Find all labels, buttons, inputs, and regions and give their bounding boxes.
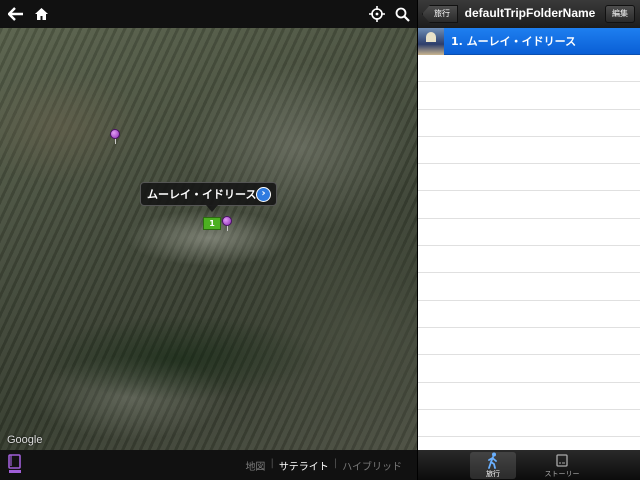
map-type-satellite[interactable]: サテライト: [274, 458, 334, 473]
place-thumbnail: [418, 28, 444, 55]
back-arrow-icon: [8, 7, 23, 21]
empty-row: [418, 164, 640, 192]
empty-row: [418, 137, 640, 165]
home-button[interactable]: [30, 3, 52, 25]
list-pane: 旅行 defaultTripFolderName 編集 1. ムーレイ・イドリー…: [418, 0, 640, 480]
home-icon: [34, 8, 48, 20]
tab-story[interactable]: ストーリー: [539, 452, 585, 479]
back-arrow-button[interactable]: [5, 3, 27, 25]
tab-label: ストーリー: [544, 470, 580, 478]
trip-back-button[interactable]: 旅行: [422, 5, 458, 23]
map-bottom-bar: 地図 | サテライト | ハイブリッド: [0, 450, 417, 480]
empty-row: [418, 410, 640, 438]
map-callout[interactable]: ムーレイ・イドリース ›: [140, 182, 277, 206]
list-title: defaultTripFolderName: [464, 6, 596, 20]
tab-label: 旅行: [486, 470, 500, 478]
map-type-selector: 地図 | サテライト | ハイブリッド: [240, 458, 407, 473]
purple-map-pin[interactable]: [110, 129, 120, 139]
list-item-label: 1. ムーレイ・イドリース: [451, 35, 577, 48]
empty-row: [418, 383, 640, 410]
empty-row: [418, 355, 640, 383]
map-type-map[interactable]: 地図: [240, 458, 270, 473]
walker-icon: [488, 452, 497, 469]
empty-row: [418, 110, 640, 137]
empty-row: [418, 191, 640, 219]
tab-bar: 旅行 ストーリー: [418, 450, 640, 480]
search-icon: [395, 7, 410, 22]
google-logo: Google: [7, 434, 43, 446]
chevron-right-icon[interactable]: ›: [256, 187, 271, 202]
book-button[interactable]: [8, 454, 22, 478]
list-item-selected[interactable]: 1. ムーレイ・イドリース: [418, 28, 640, 55]
map-toolbar: [0, 0, 417, 28]
crosshair-icon: [369, 6, 385, 22]
map-type-hybrid[interactable]: ハイブリッド: [337, 458, 407, 473]
callout-tail: [206, 205, 218, 212]
purple-map-pin[interactable]: [222, 216, 232, 226]
callout-title: ムーレイ・イドリース: [147, 188, 257, 201]
empty-row: [418, 301, 640, 328]
empty-row: [418, 246, 640, 274]
locate-button[interactable]: [366, 3, 388, 25]
tab-trip[interactable]: 旅行: [470, 452, 516, 479]
empty-row: [418, 55, 640, 83]
search-button[interactable]: [391, 3, 413, 25]
story-icon: [556, 454, 568, 467]
map-pane: 1 ムーレイ・イドリース › Google 地図 | サテライト | ハイブリッ…: [0, 0, 417, 480]
empty-row: [418, 219, 640, 247]
satellite-map[interactable]: [0, 28, 417, 450]
empty-row: [418, 328, 640, 356]
list-header: 旅行 defaultTripFolderName 編集: [418, 0, 640, 28]
book-icon: [8, 454, 21, 473]
numbered-place-marker[interactable]: 1: [203, 217, 221, 230]
empty-row: [418, 82, 640, 110]
edit-button[interactable]: 編集: [605, 5, 635, 23]
empty-row: [418, 273, 640, 301]
place-list: 1. ムーレイ・イドリース: [418, 28, 640, 450]
